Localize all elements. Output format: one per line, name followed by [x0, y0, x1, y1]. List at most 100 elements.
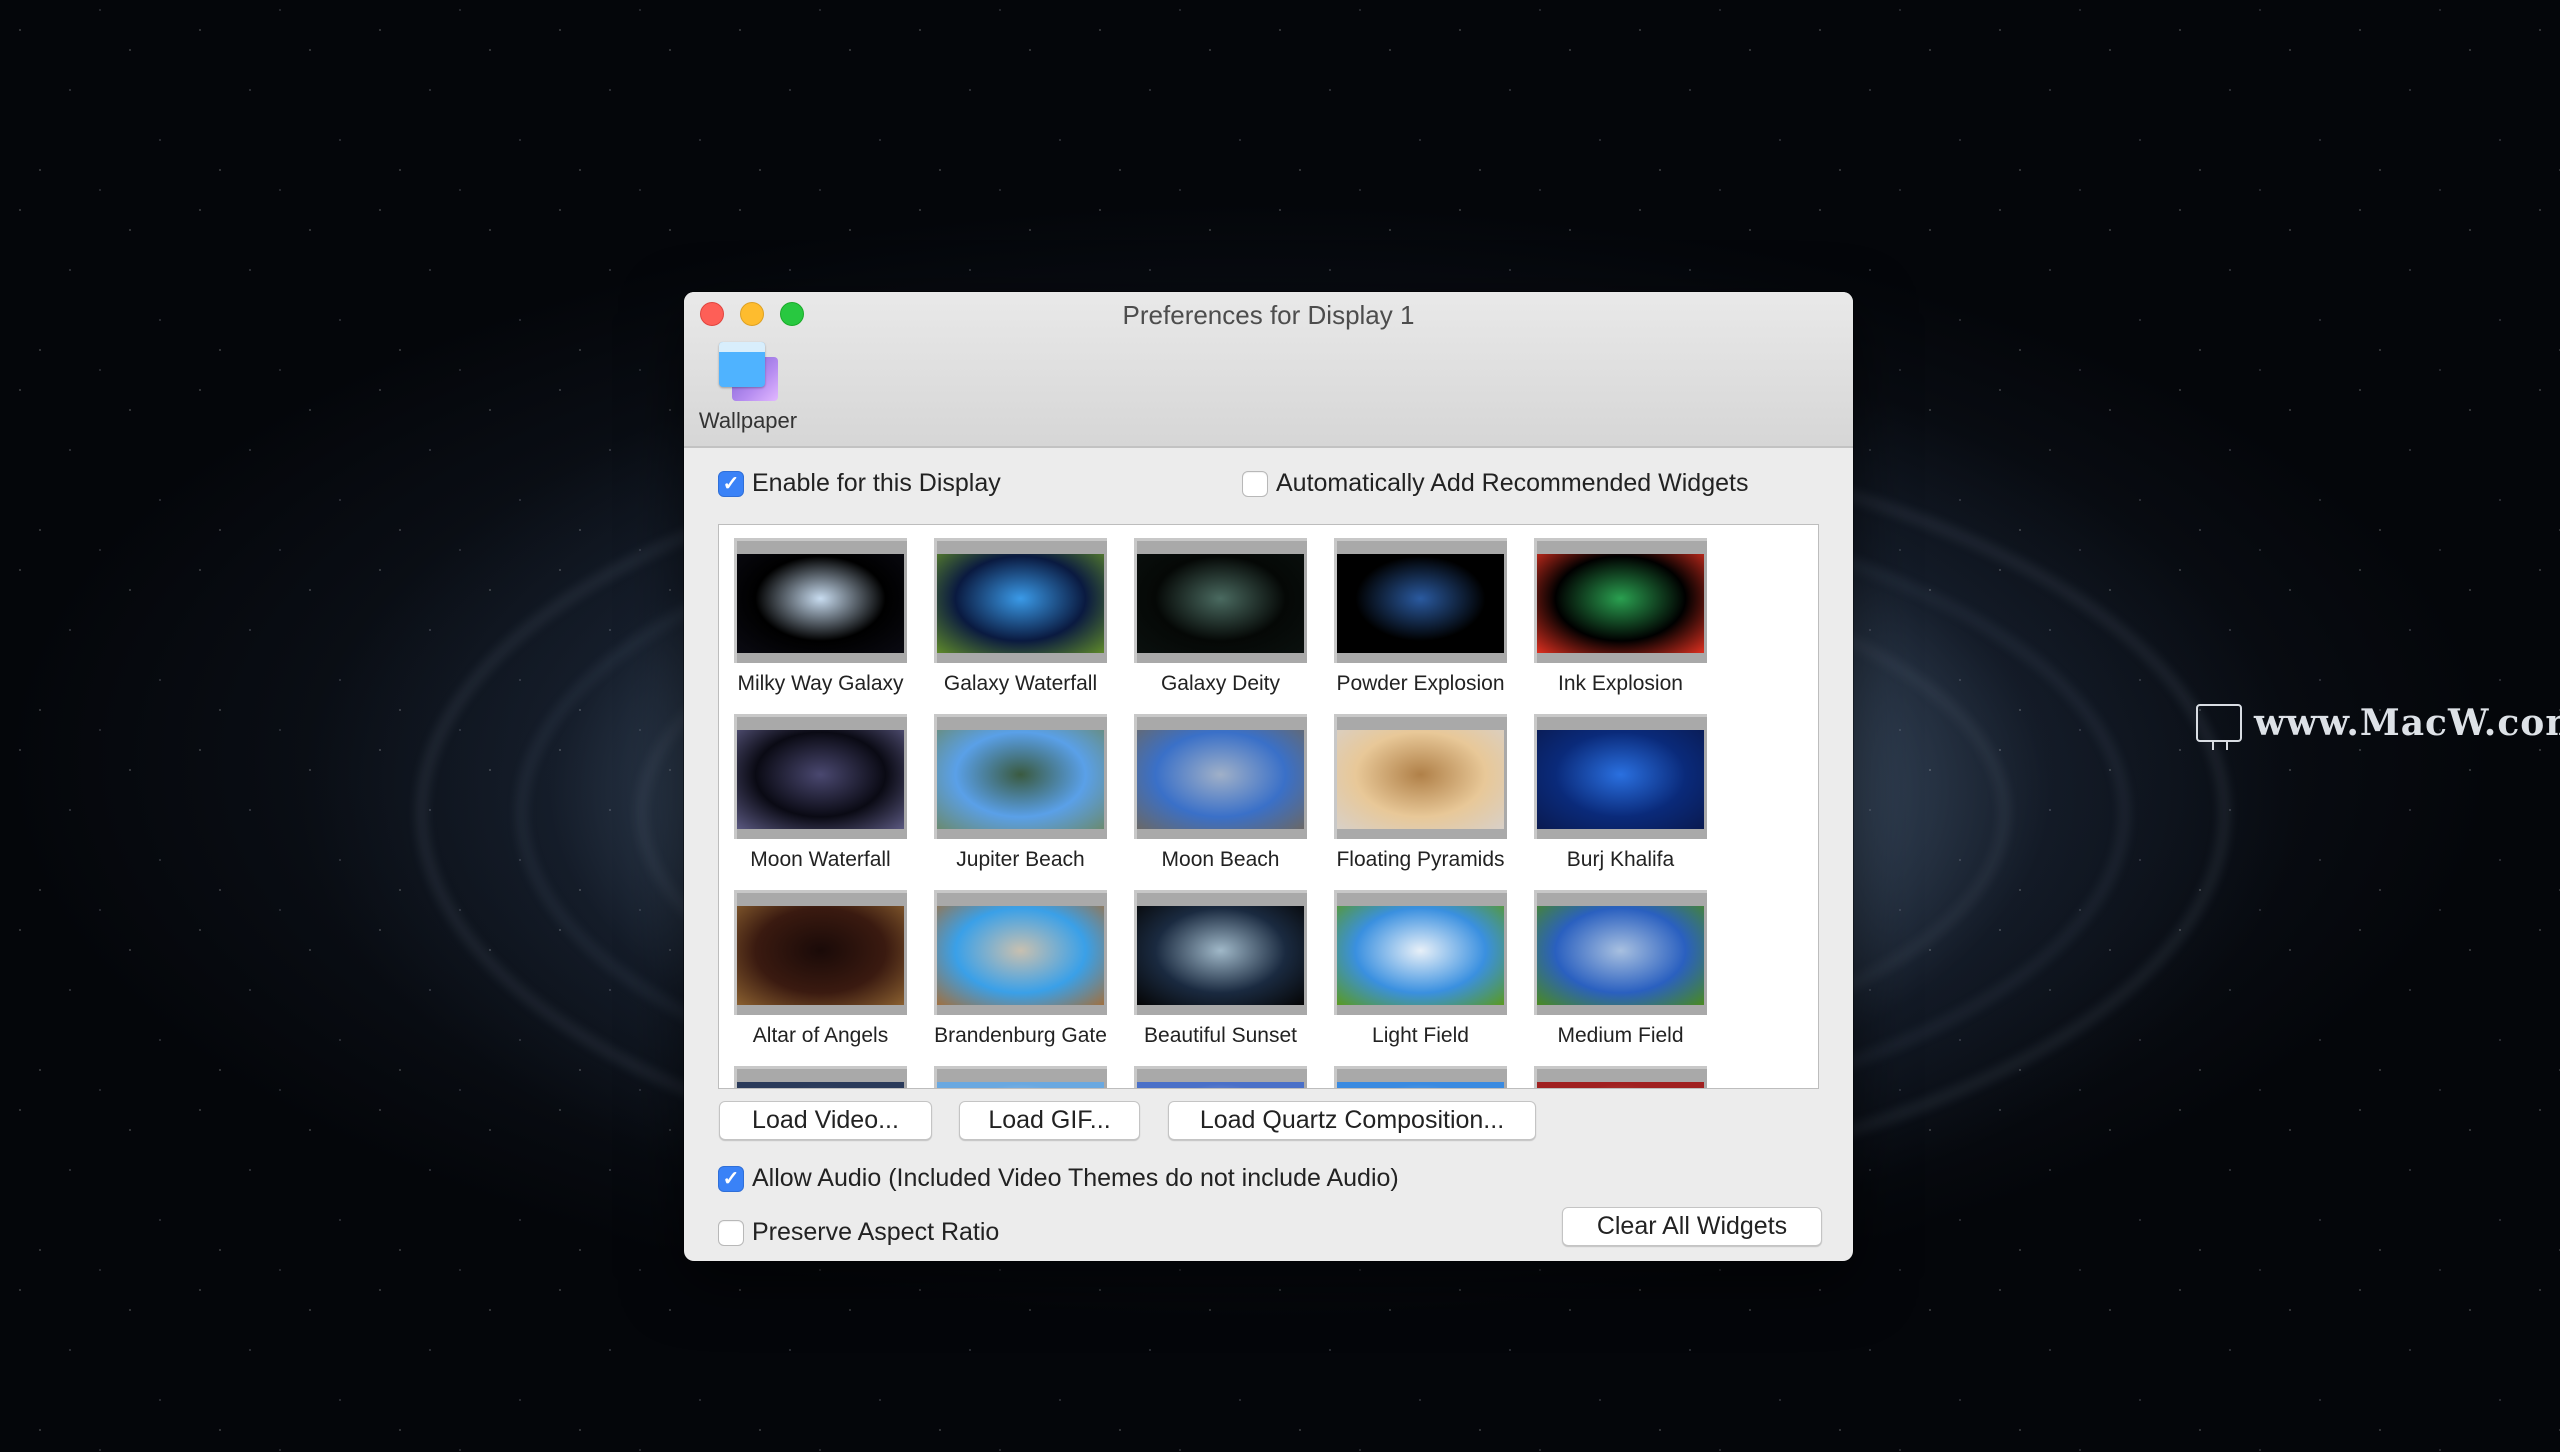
theme-thumbnail-frame[interactable]	[1134, 1066, 1307, 1088]
toolbar-item-label: Wallpaper	[698, 408, 798, 433]
theme-thumbnail-frame[interactable]	[1534, 1066, 1707, 1088]
theme-tile[interactable]: Medium Field	[1534, 890, 1707, 1048]
theme-tile[interactable]	[1334, 1066, 1507, 1088]
theme-tile[interactable]: Galaxy Waterfall	[934, 538, 1107, 696]
theme-thumbnail	[1137, 554, 1304, 653]
load-quartz-composition-button[interactable]: Load Quartz Composition...	[1168, 1101, 1536, 1140]
theme-thumbnail	[737, 906, 904, 1005]
theme-tile[interactable]: Ink Explosion	[1534, 538, 1707, 696]
allow-audio-checkbox[interactable]: ✓ Allow Audio (Included Video Themes do …	[718, 1164, 1399, 1193]
theme-tile[interactable]: Galaxy Deity	[1134, 538, 1307, 696]
theme-thumbnail	[737, 1082, 904, 1088]
theme-thumbnail-frame[interactable]	[934, 1066, 1107, 1088]
theme-thumbnail-frame[interactable]	[1134, 890, 1307, 1015]
theme-label: Powder Explosion	[1336, 672, 1505, 695]
theme-tile[interactable]: Light Field	[1334, 890, 1507, 1048]
enable-display-checkbox[interactable]: ✓ Enable for this Display	[718, 469, 1001, 498]
preferences-window: Preferences for Display 1 Wallpaper ✓ En…	[684, 292, 1853, 1261]
theme-thumbnail-frame[interactable]	[1134, 714, 1307, 839]
checkbox-label: Allow Audio (Included Video Themes do no…	[752, 1164, 1399, 1192]
checkmark-icon[interactable]: ✓	[718, 470, 744, 497]
checkmark-icon[interactable]: ✓	[718, 1165, 744, 1192]
theme-thumbnail	[1337, 554, 1504, 653]
theme-thumbnail	[937, 1082, 1104, 1088]
theme-thumbnail-frame[interactable]	[934, 714, 1107, 839]
theme-label: Medium Field	[1557, 1024, 1684, 1047]
theme-thumbnail-frame[interactable]	[1534, 890, 1707, 1015]
theme-thumbnail	[1337, 906, 1504, 1005]
checkbox-box[interactable]	[718, 1219, 744, 1246]
theme-thumbnail-frame[interactable]	[734, 714, 907, 839]
theme-thumbnail-frame[interactable]	[1534, 714, 1707, 839]
theme-tile[interactable]: Moon Waterfall	[734, 714, 907, 872]
theme-tile[interactable]	[734, 1066, 907, 1088]
theme-label: Burj Khalifa	[1566, 848, 1675, 871]
theme-thumbnail-frame[interactable]	[1334, 890, 1507, 1015]
theme-thumbnail	[1537, 1082, 1704, 1088]
checkbox-label: Enable for this Display	[752, 469, 1001, 497]
theme-tile[interactable]: Brandenburg Gate	[934, 890, 1107, 1048]
theme-tile[interactable]	[1534, 1066, 1707, 1088]
theme-thumbnail-frame[interactable]	[1534, 538, 1707, 663]
theme-label: Floating Pyramids	[1336, 848, 1505, 871]
theme-tile[interactable]	[934, 1066, 1107, 1088]
preserve-aspect-ratio-checkbox[interactable]: Preserve Aspect Ratio	[718, 1218, 999, 1247]
theme-thumbnail	[1537, 730, 1704, 829]
load-gif-button[interactable]: Load GIF...	[959, 1101, 1140, 1140]
theme-thumbnail-frame[interactable]	[1334, 714, 1507, 839]
theme-thumbnail	[1337, 730, 1504, 829]
theme-label: Altar of Angels	[752, 1024, 889, 1047]
theme-label: Beautiful Sunset	[1144, 1024, 1297, 1047]
theme-thumbnail	[1537, 906, 1704, 1005]
theme-tile[interactable]	[1134, 1066, 1307, 1088]
theme-tile[interactable]: Floating Pyramids	[1334, 714, 1507, 872]
theme-label: Ink Explosion	[1558, 672, 1683, 695]
clear-all-widgets-button[interactable]: Clear All Widgets	[1562, 1207, 1822, 1246]
theme-thumbnail-frame[interactable]	[1334, 1066, 1507, 1088]
theme-thumbnail-frame[interactable]	[934, 538, 1107, 663]
theme-thumbnail-frame[interactable]	[734, 1066, 907, 1088]
watermark: www.MacW.com	[2196, 702, 2560, 750]
theme-tile[interactable]: Milky Way Galaxy	[734, 538, 907, 696]
load-video-button[interactable]: Load Video...	[719, 1101, 932, 1140]
theme-tile[interactable]: Jupiter Beach	[934, 714, 1107, 872]
theme-label: Moon Waterfall	[750, 848, 891, 871]
auto-add-widgets-checkbox[interactable]: Automatically Add Recommended Widgets	[1242, 469, 1748, 498]
checkbox-label: Automatically Add Recommended Widgets	[1276, 469, 1749, 497]
theme-label: Galaxy Waterfall	[943, 672, 1098, 695]
checkbox-box[interactable]	[1242, 470, 1268, 497]
theme-thumbnail-frame[interactable]	[934, 890, 1107, 1015]
theme-label: Galaxy Deity	[1160, 672, 1281, 695]
theme-tile[interactable]: Moon Beach	[1134, 714, 1307, 872]
theme-thumbnail	[1537, 554, 1704, 653]
theme-label: Jupiter Beach	[956, 848, 1085, 871]
theme-tile[interactable]: Beautiful Sunset	[1134, 890, 1307, 1048]
theme-label: Milky Way Galaxy	[737, 672, 904, 695]
theme-thumbnail-frame[interactable]	[1134, 538, 1307, 663]
theme-label: Moon Beach	[1161, 848, 1280, 871]
monitor-icon	[2196, 704, 2242, 750]
theme-thumbnail	[1337, 1082, 1504, 1088]
theme-thumbnail	[1137, 730, 1304, 829]
title-bar: Preferences for Display 1 Wallpaper	[684, 292, 1853, 448]
theme-label: Brandenburg Gate	[934, 1024, 1107, 1047]
toolbar-item-wallpaper[interactable]: Wallpaper	[694, 342, 802, 442]
theme-label: Light Field	[1372, 1024, 1469, 1047]
theme-thumbnail	[937, 906, 1104, 1005]
checkbox-label: Preserve Aspect Ratio	[752, 1218, 1000, 1246]
theme-thumbnail	[1137, 1082, 1304, 1088]
theme-tile[interactable]: Burj Khalifa	[1534, 714, 1707, 872]
theme-thumbnail	[937, 730, 1104, 829]
window-title: Preferences for Display 1	[1122, 300, 1415, 330]
theme-thumbnail	[1137, 906, 1304, 1005]
theme-tile[interactable]: Altar of Angels	[734, 890, 907, 1048]
theme-thumbnail-frame[interactable]	[734, 538, 907, 663]
theme-thumbnail	[937, 554, 1104, 653]
wallpaper-icon	[719, 342, 779, 402]
theme-grid[interactable]: Milky Way Galaxy Galaxy Waterfall Galaxy D…	[718, 524, 1819, 1089]
theme-thumbnail	[737, 554, 904, 653]
watermark-text: www.MacW.com	[2254, 702, 2560, 744]
theme-thumbnail-frame[interactable]	[734, 890, 907, 1015]
theme-thumbnail-frame[interactable]	[1334, 538, 1507, 663]
theme-tile[interactable]: Powder Explosion	[1334, 538, 1507, 696]
